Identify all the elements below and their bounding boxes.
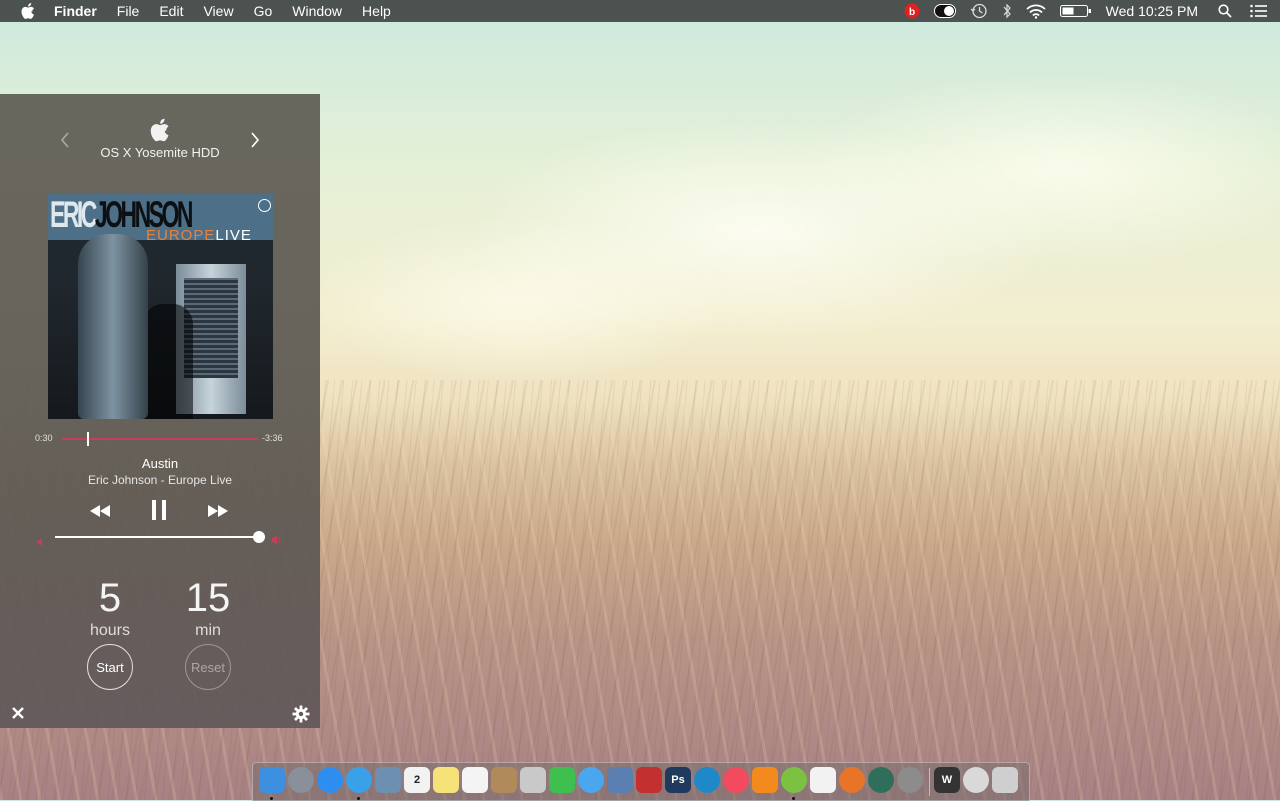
rewind-icon[interactable] — [90, 504, 110, 522]
album-art-title-text: EUROPELIVE — [146, 227, 252, 244]
album-art-guitarist — [78, 234, 148, 419]
timer-hours-value: 5 — [98, 576, 122, 620]
volume-high-icon — [272, 532, 284, 550]
remaining-time: -3:36 — [262, 433, 283, 443]
track-title: Austin — [141, 456, 179, 471]
album-art-shadow — [143, 304, 193, 419]
menu-view[interactable]: View — [203, 0, 233, 22]
app-menu-finder[interactable]: Finder — [54, 0, 97, 22]
dock: 2 Ps W — [252, 762, 1030, 801]
volume-knob[interactable] — [253, 531, 265, 543]
system-preferences-icon[interactable] — [897, 767, 923, 793]
album-artwork: ERICJOHNSON EUROPELIVE — [48, 194, 273, 419]
photo-booth-red-icon[interactable] — [636, 767, 662, 793]
timer-minutes-label: min — [195, 622, 221, 639]
album-art-badge — [258, 199, 271, 212]
ibooks-icon[interactable] — [752, 767, 778, 793]
menu-file[interactable]: File — [117, 0, 140, 22]
toggle-icon[interactable] — [933, 4, 956, 18]
dock-separator — [929, 768, 930, 796]
gear-icon[interactable] — [292, 705, 310, 728]
calendar-icon-label: 2 — [413, 774, 421, 786]
photoshop-icon[interactable]: Ps — [665, 767, 691, 793]
safari-icon[interactable] — [346, 767, 372, 793]
wifi-icon[interactable] — [1026, 4, 1046, 19]
itunes-icon[interactable] — [723, 767, 749, 793]
spotify-icon[interactable] — [781, 767, 807, 793]
start-button[interactable]: Start — [87, 644, 133, 690]
playback-progress: 0:30 -3:36 — [0, 432, 320, 446]
calendar-icon[interactable]: 2 — [404, 767, 430, 793]
wwe-app-icon[interactable]: W — [934, 767, 960, 793]
trash-icon[interactable] — [992, 767, 1018, 793]
notes-icon[interactable] — [433, 767, 459, 793]
playback-controls — [0, 498, 320, 522]
elapsed-time: 0:30 — [35, 433, 53, 443]
contacts-icon[interactable] — [491, 767, 517, 793]
chevron-right-icon[interactable] — [250, 132, 260, 153]
device-selector: OS X Yosemite HDD — [0, 118, 320, 168]
menu-edit[interactable]: Edit — [159, 0, 183, 22]
time-machine-icon[interactable] — [868, 767, 894, 793]
beats-icon[interactable]: b — [904, 3, 920, 19]
launchpad-icon[interactable] — [288, 767, 314, 793]
messages-icon[interactable] — [578, 767, 604, 793]
bluetooth-icon[interactable] — [1002, 3, 1012, 19]
music-widget: OS X Yosemite HDD ERICJOHNSON EUROPELIVE… — [0, 94, 320, 728]
timer-hours-label: hours — [89, 622, 131, 639]
menu-go[interactable]: Go — [254, 0, 273, 22]
menubar-clock[interactable]: Wed 10:25 PM — [1106, 3, 1198, 19]
spotlight-icon[interactable] — [1218, 4, 1232, 18]
notification-center-icon[interactable] — [1250, 4, 1268, 18]
volume-control — [0, 530, 320, 546]
battery-icon[interactable] — [1059, 4, 1092, 18]
vlc-app-icon[interactable] — [810, 767, 836, 793]
photoshop-icon-label: Ps — [671, 774, 685, 786]
progress-bar[interactable] — [62, 432, 258, 446]
timer-minutes-value: 15 — [185, 576, 231, 620]
wwe-app-icon-label: W — [941, 774, 953, 786]
apple-logo-icon — [150, 118, 170, 147]
svg-text:b: b — [909, 7, 915, 18]
apple-menu-icon[interactable] — [20, 3, 36, 19]
fast-forward-icon[interactable] — [208, 504, 228, 522]
menu-window[interactable]: Window — [292, 0, 342, 22]
photo-booth-icon[interactable] — [520, 767, 546, 793]
track-artist-album: Eric Johnson - Europe Live — [87, 473, 233, 487]
app-store-icon[interactable] — [317, 767, 343, 793]
firefox-icon[interactable] — [839, 767, 865, 793]
volume-slider[interactable] — [55, 531, 265, 543]
volume-fill — [55, 536, 259, 538]
close-icon[interactable] — [10, 705, 26, 726]
mirror-app-icon[interactable] — [694, 767, 720, 793]
pause-icon[interactable] — [150, 500, 168, 525]
timer-minutes[interactable]: 15 min — [163, 576, 253, 640]
device-name: OS X Yosemite HDD — [100, 145, 220, 160]
reset-button[interactable]: Reset — [185, 644, 231, 690]
reminders-icon[interactable] — [462, 767, 488, 793]
menu-bar: Finder File Edit View Go Window Help b W… — [0, 0, 1280, 22]
downloads-icon[interactable] — [963, 767, 989, 793]
preview-icon[interactable] — [375, 767, 401, 793]
iphoto-icon[interactable] — [607, 767, 633, 793]
menu-help[interactable]: Help — [362, 0, 391, 22]
finder-icon[interactable] — [259, 767, 285, 793]
timer-hours[interactable]: 5 hours — [65, 576, 155, 640]
time-machine-icon[interactable] — [970, 3, 988, 19]
progress-scrubber[interactable] — [87, 432, 90, 446]
facetime-icon[interactable] — [549, 767, 575, 793]
volume-low-icon — [37, 533, 45, 551]
